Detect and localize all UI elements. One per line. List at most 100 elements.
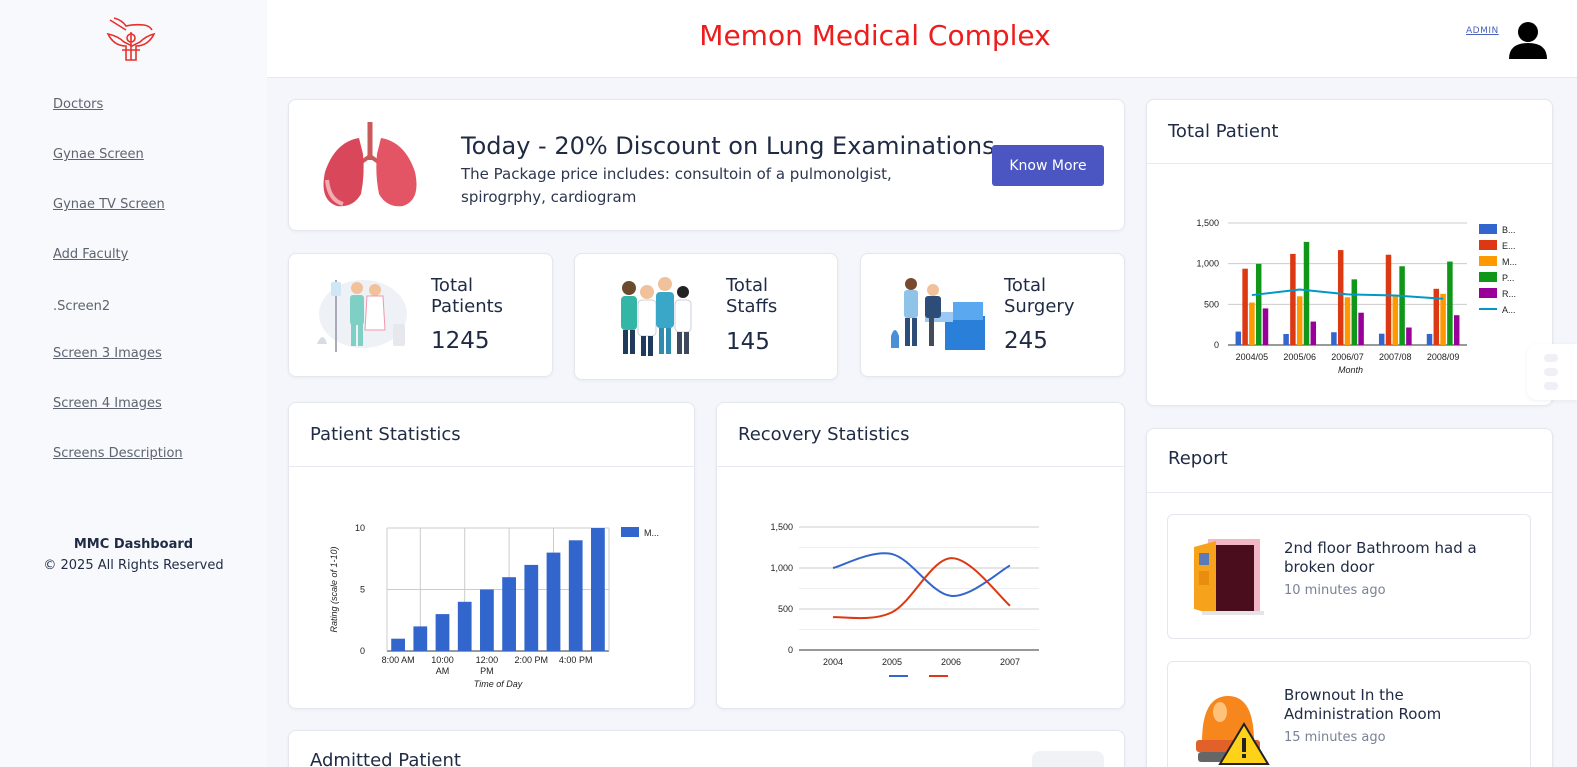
recovery-statistics-title: Recovery Statistics (738, 424, 910, 445)
legend-swatch (1479, 240, 1497, 250)
report-time: 15 minutes ago (1284, 730, 1386, 745)
y-tick-label: 1,000 (1196, 259, 1219, 269)
bar (1453, 315, 1460, 345)
surgery-illustration-icon (891, 278, 985, 350)
recovery-statistics-chart: 0 500 1,000 1,500 2004 2005 2006 2007 (770, 522, 1039, 677)
legend-label: P... (1502, 273, 1514, 283)
stat-label-patients: Total Patients (431, 275, 504, 317)
bar (1249, 302, 1255, 345)
bar (1235, 331, 1242, 345)
y-tick-label: 500 (778, 604, 793, 614)
total-patient-chart: 0 500 1,000 1,500 2004/05 2005/06 2006/07 2007/… (1196, 218, 1517, 375)
bar (457, 601, 472, 651)
bar (1440, 293, 1446, 345)
report-item[interactable]: Brownout In the Administration Room 15 m… (1167, 661, 1531, 767)
x-tick-label: 2007/08 (1379, 352, 1412, 362)
top-header: Memon Medical Complex ADMIN (267, 0, 1577, 78)
stat-card-staffs: Total Staffs 145 (574, 253, 838, 380)
bar (546, 552, 561, 651)
legend-label: R... (1502, 289, 1516, 299)
sidebar-item-screen2[interactable]: .Screen2 (53, 299, 110, 314)
admin-link[interactable]: ADMIN (1466, 26, 1499, 36)
stat-card-surgery: Total Surgery 245 (860, 253, 1125, 377)
recovery-statistics-card: Recovery Statistics 0 500 1,000 1,500 2004 20… (716, 402, 1125, 709)
sidebar-item-screen-4-images[interactable]: Screen 4 Images (53, 396, 162, 411)
report-card: Report 2nd floor Bathroom had a broken d… (1146, 428, 1553, 767)
y-tick-label: 0 (788, 645, 793, 655)
bar (1262, 308, 1269, 345)
promo-title: Today - 20% Discount on Lung Examination… (461, 132, 995, 160)
legend-swatch (621, 527, 639, 537)
sidebar-item-screen-3-images[interactable]: Screen 3 Images (53, 346, 162, 361)
legend-label: E... (1502, 241, 1516, 251)
logo-icon (106, 17, 156, 61)
promo-card: Today - 20% Discount on Lung Examination… (288, 99, 1125, 231)
report-item[interactable]: 2nd floor Bathroom had a broken door 10 … (1167, 514, 1531, 639)
bar (502, 577, 516, 651)
admitted-patient-card: Admitted Patient (288, 730, 1125, 767)
x-axis-label: Month (1338, 365, 1363, 375)
y-tick-label: 5 (360, 585, 365, 595)
bar (1385, 254, 1392, 345)
sidebar-item-gynae-tv-screen[interactable]: Gynae TV Screen (53, 197, 165, 212)
bar (413, 626, 428, 651)
total-patient-title: Total Patient (1168, 121, 1279, 142)
legend-swatch (1479, 256, 1497, 266)
bar (1296, 296, 1303, 345)
bar (524, 564, 539, 651)
x-tick-label: AM (436, 666, 450, 676)
x-tick-label: 10:00 (431, 655, 454, 665)
sidebar-item-add-faculty[interactable]: Add Faculty (53, 247, 128, 262)
bar (1344, 297, 1351, 345)
sidebar-item-screens-description[interactable]: Screens Description (53, 446, 183, 461)
stat-label-surgery: Total Surgery (1004, 275, 1075, 317)
user-avatar-icon[interactable] (1507, 19, 1549, 61)
legend-swatch (1479, 224, 1497, 234)
patient-statistics-chart: 0 5 10 8:00 AM 10:00AM 12:00PM 2:00 PM 4:00 PM T… (329, 523, 659, 689)
sidebar-item-gynae-screen[interactable]: Gynae Screen (53, 147, 144, 162)
bar (1337, 250, 1344, 345)
y-tick-label: 1,500 (770, 522, 793, 532)
x-axis-label: Time of Day (474, 679, 523, 689)
x-tick-label: 2008/09 (1427, 352, 1460, 362)
x-tick-label: 12:00 (476, 655, 499, 665)
lungs-icon (323, 122, 417, 207)
bar (1351, 279, 1358, 345)
side-panel-handle[interactable] (1527, 344, 1577, 400)
patients-illustration-icon (317, 280, 407, 352)
stat-value-surgery: 245 (1004, 328, 1048, 354)
x-tick-label: 4:00 PM (559, 655, 593, 665)
sidebar-item-doctors[interactable]: Doctors (53, 97, 103, 112)
x-tick-label: 8:00 AM (382, 655, 415, 665)
broken-door-icon (1194, 539, 1264, 615)
legend-label: M... (644, 528, 659, 538)
bar (1392, 294, 1399, 345)
bar (480, 589, 494, 651)
stat-value-staffs: 145 (726, 329, 770, 355)
patient-statistics-title: Patient Statistics (310, 424, 461, 445)
bar (1255, 263, 1262, 345)
x-tick-label: PM (480, 666, 494, 676)
stat-label-staffs: Total Staffs (726, 275, 778, 317)
bar (1283, 334, 1289, 345)
x-tick-label: 2007 (1000, 657, 1020, 667)
admitted-patient-action-button[interactable] (1032, 751, 1104, 767)
bar (568, 540, 583, 651)
legend-swatch (1479, 272, 1497, 282)
sidebar: Doctors Gynae Screen Gynae TV Screen Add… (0, 0, 267, 767)
x-tick-label: 2004/05 (1236, 352, 1269, 362)
x-tick-label: 2:00 PM (515, 655, 549, 665)
warning-siren-icon (1196, 696, 1270, 765)
admitted-patient-title: Admitted Patient (310, 750, 461, 767)
bar (1399, 266, 1405, 345)
total-patient-card: Total Patient 0 500 1,000 1,500 2004/05 2005/… (1146, 99, 1553, 406)
report-text: Brownout In the Administration Room (1284, 686, 1442, 723)
x-tick-label: 2006/07 (1331, 352, 1364, 362)
bar (1310, 321, 1317, 345)
bar (1358, 312, 1364, 345)
y-tick-label: 0 (1214, 340, 1219, 350)
know-more-button[interactable]: Know More (992, 145, 1104, 186)
bar (1290, 253, 1296, 345)
sidebar-footer: MMC Dashboard © 2025 All Rights Reserved (0, 537, 267, 573)
y-tick-label: 1,500 (1196, 218, 1219, 228)
